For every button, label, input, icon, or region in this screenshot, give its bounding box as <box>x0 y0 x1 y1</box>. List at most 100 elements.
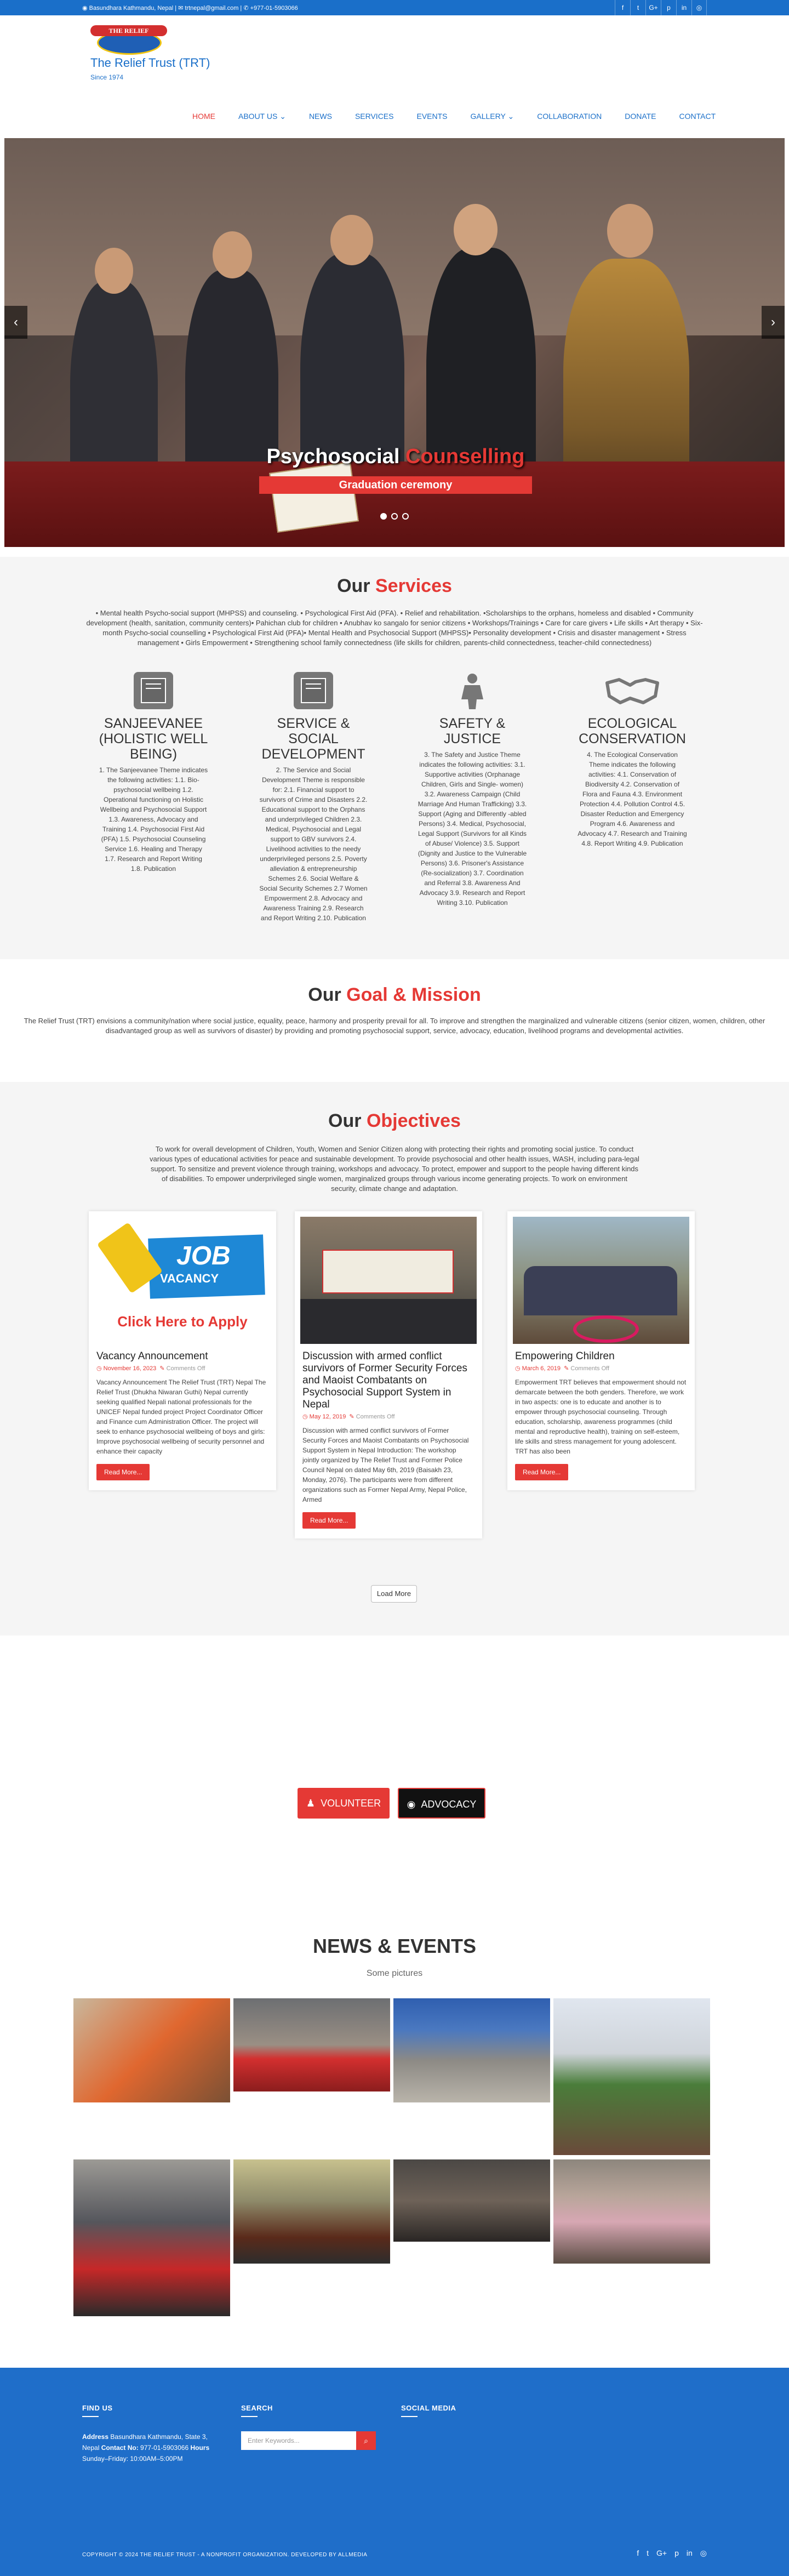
slide-photo-figure <box>213 231 252 278</box>
google-plus-icon[interactable]: G+ <box>645 0 661 15</box>
slide-title: Psychosocial Counselling <box>266 445 525 468</box>
twitter-icon[interactable]: t <box>647 2549 649 2558</box>
post-title[interactable]: Vacancy Announcement <box>96 1350 268 1363</box>
post-meta: ◷ November 16, 2023 ✎ Comments Off <box>96 1365 205 1372</box>
gallery-image[interactable] <box>553 1998 710 2155</box>
read-more-button[interactable]: Read More... <box>302 1512 356 1529</box>
slide-caption: Psychosocial Counselling Graduation cere… <box>259 445 532 494</box>
nav-collaboration[interactable]: COLLABORATION <box>537 112 602 121</box>
facebook-icon[interactable]: f <box>637 2549 639 2558</box>
gallery-image[interactable] <box>393 1998 550 2102</box>
objectives-heading: Our Objectives <box>328 1110 461 1131</box>
person-icon: ♟ <box>306 1798 316 1809</box>
post-card: Empowering Children ◷ March 6, 2019 ✎ Co… <box>507 1211 695 1490</box>
post-excerpt: Vacancy Announcement The Relief Trust (T… <box>96 1378 266 1455</box>
facebook-icon[interactable]: f <box>615 0 630 15</box>
megaphone-icon: ◉ <box>407 1799 416 1810</box>
post-meta: ◷ March 6, 2019 ✎ Comments Off <box>515 1365 610 1372</box>
slider-next-button[interactable]: › <box>762 306 785 339</box>
post-excerpt: Empowerment TRT believes that empowermen… <box>515 1378 687 1455</box>
post-image[interactable] <box>300 1217 477 1344</box>
nav-home[interactable]: HOME <box>192 112 215 121</box>
copyright: COPYRIGHT © 2024 THE RELIEF TRUST - A NO… <box>82 2552 368 2558</box>
search-icon[interactable]: ⌕ <box>356 2431 376 2450</box>
footer-search-heading: SEARCH <box>241 2404 273 2412</box>
nav-events[interactable]: EVENTS <box>416 112 447 121</box>
post-excerpt: Discussion with armed conflict survivors… <box>302 1427 469 1503</box>
site-since: Since 1974 <box>90 73 124 81</box>
post-meta: ◷ May 12, 2019 ✎ Comments Off <box>302 1414 395 1420</box>
objectives-text: To work for overall development of Child… <box>150 1145 639 1193</box>
slider-prev-button[interactable]: ‹ <box>4 306 27 339</box>
post-title[interactable]: Empowering Children <box>515 1350 687 1363</box>
nav-news[interactable]: NEWS <box>309 112 332 121</box>
nav-about-us[interactable]: ABOUT US ⌄ <box>238 112 286 121</box>
footer: FIND US SEARCH SOCIAL MEDIA Address Basu… <box>0 2368 789 2576</box>
slide-photo-figure <box>607 204 653 258</box>
main-nav: HOME ABOUT US ⌄ NEWS SERVICES EVENTS GAL… <box>181 112 727 121</box>
load-more-button[interactable]: Load More <box>371 1585 417 1603</box>
site-title[interactable]: The Relief Trust (TRT) <box>90 56 210 70</box>
slider-dot[interactable] <box>391 513 398 520</box>
top-bar: ◉ Basundhara Kathmandu, Nepal | ✉ trtnep… <box>0 0 789 15</box>
service-sanjeevanee: SANJEEVANEE (HOLISTIC WELL BEING) 1. The… <box>99 672 208 874</box>
book-icon <box>294 672 333 709</box>
slide-photo-figure <box>330 215 373 265</box>
person-icon <box>453 672 492 709</box>
gallery-image[interactable] <box>233 2159 390 2264</box>
footer-find-us-heading: FIND US <box>82 2404 113 2412</box>
slider-dot[interactable] <box>402 513 409 520</box>
linkedin-icon[interactable]: in <box>687 2549 693 2558</box>
linkedin-icon[interactable]: in <box>676 0 691 15</box>
post-image[interactable] <box>513 1217 689 1344</box>
gallery-image[interactable] <box>553 2159 710 2264</box>
footer-social-heading: SOCIAL MEDIA <box>401 2404 456 2412</box>
gallery-image[interactable] <box>393 2159 550 2242</box>
services-intro: • Mental health Psycho-social support (M… <box>86 609 703 647</box>
goal-heading: Our Goal & Mission <box>308 984 481 1005</box>
instagram-icon[interactable]: ◎ <box>691 0 707 15</box>
volunteer-button[interactable]: ♟ VOLUNTEER <box>298 1788 390 1819</box>
slide-subtitle: Graduation ceremony <box>259 476 532 494</box>
logo-ribbon: THE RELIEF <box>90 25 167 36</box>
logo[interactable]: THE RELIEF <box>90 24 167 56</box>
news-heading: NEWS & EVENTS <box>312 1935 477 1957</box>
news-subheading: Some pictures <box>366 1969 423 1978</box>
nav-gallery[interactable]: GALLERY ⌄ <box>471 112 514 121</box>
slider-dots <box>378 513 411 520</box>
gallery-image[interactable] <box>233 1998 390 2091</box>
post-card: JOB VACANCY Click Here to Apply Vacancy … <box>89 1211 276 1490</box>
handshake-icon <box>605 672 660 709</box>
slide-photo-figure <box>95 248 133 294</box>
gallery-image[interactable] <box>73 1998 230 2102</box>
service-ecological-conservation: ECOLOGICAL CONSERVATION 4. The Ecologica… <box>578 672 687 848</box>
gallery-image[interactable] <box>73 2159 230 2316</box>
post-card: Discussion with armed conflict survivors… <box>295 1211 482 1538</box>
service-safety-justice: SAFETY & JUSTICE 3. The Safety and Justi… <box>418 672 527 908</box>
job-vacancy-image[interactable]: JOB VACANCY Click Here to Apply <box>94 1217 271 1344</box>
advocacy-button[interactable]: ◉ ADVOCACY <box>398 1788 485 1819</box>
google-plus-icon[interactable]: G+ <box>656 2549 667 2558</box>
services-heading: Our Services <box>337 575 452 596</box>
pinterest-icon[interactable]: p <box>674 2549 679 2558</box>
slide-photo-figure <box>454 204 498 255</box>
nav-services[interactable]: SERVICES <box>355 112 394 121</box>
nav-donate[interactable]: DONATE <box>625 112 656 121</box>
service-social-development: SERVICE & SOCIAL DEVELOPMENT 2. The Serv… <box>259 672 368 923</box>
instagram-icon[interactable]: ◎ <box>700 2549 707 2558</box>
twitter-icon[interactable]: t <box>630 0 645 15</box>
book-icon <box>134 672 173 709</box>
top-social-links: f t G+ p in ◎ <box>615 0 707 15</box>
read-more-button[interactable]: Read More... <box>515 1464 569 1480</box>
nav-contact[interactable]: CONTACT <box>679 112 716 121</box>
contact-info: ◉ Basundhara Kathmandu, Nepal | ✉ trtnep… <box>82 5 298 12</box>
footer-address: Address Basundhara Kathmandu, State 3, N… <box>82 2433 210 2463</box>
read-more-button[interactable]: Read More... <box>96 1464 150 1480</box>
slider-dot[interactable] <box>380 513 387 520</box>
footer-social-links: f t G+ p in ◎ <box>629 2549 707 2558</box>
post-title[interactable]: Discussion with armed conflict survivors… <box>302 1350 474 1411</box>
hero-slider[interactable]: Psychosocial Counselling Graduation cere… <box>4 138 785 547</box>
footer-search-input[interactable]: Enter Keywords... <box>241 2431 356 2450</box>
goal-text: The Relief Trust (TRT) envisions a commu… <box>24 1017 765 1035</box>
pinterest-icon[interactable]: p <box>661 0 676 15</box>
